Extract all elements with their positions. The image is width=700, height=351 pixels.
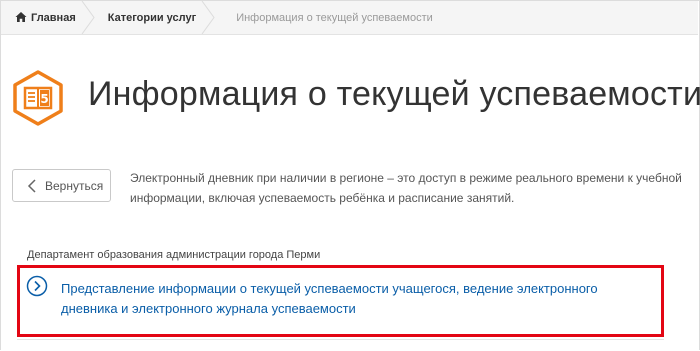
breadcrumb-separator (81, 1, 95, 34)
breadcrumb-separator (201, 1, 215, 34)
chevron-left-icon (27, 178, 36, 193)
page-title: Информация о текущей успеваемости (88, 75, 700, 113)
back-button[interactable]: Вернуться (12, 169, 111, 202)
chevron-circle-right-icon[interactable] (26, 275, 48, 297)
description: Электронный дневник при наличии в регион… (130, 168, 690, 208)
breadcrumb: Главная Категории услуг Информация о тек… (1, 1, 698, 35)
department-name: Департамент образования администрации го… (27, 249, 321, 261)
gradebook-icon: 5 (13, 70, 63, 126)
service-link[interactable]: Представление информации о текущей успев… (61, 279, 661, 319)
service-link-line: Представление информации о текущей успев… (61, 281, 598, 296)
breadcrumb-home[interactable]: Главная (1, 1, 95, 34)
breadcrumb-current: Информация о текущей успеваемости (236, 11, 433, 24)
divider (17, 339, 664, 340)
breadcrumb-categories[interactable]: Категории услуг (94, 1, 215, 34)
breadcrumb-categories-label: Категории услуг (107, 11, 197, 24)
service-link-line: дневника и электронного журнала успеваем… (61, 301, 356, 316)
gradebook-digit: 5 (40, 92, 48, 106)
breadcrumb-home-label: Главная (31, 11, 76, 24)
description-line: Электронный дневник при наличии в регион… (130, 171, 682, 185)
back-button-label: Вернуться (45, 178, 104, 193)
home-icon (15, 12, 27, 22)
description-line: информации, включая успеваемость ребёнка… (130, 191, 515, 205)
